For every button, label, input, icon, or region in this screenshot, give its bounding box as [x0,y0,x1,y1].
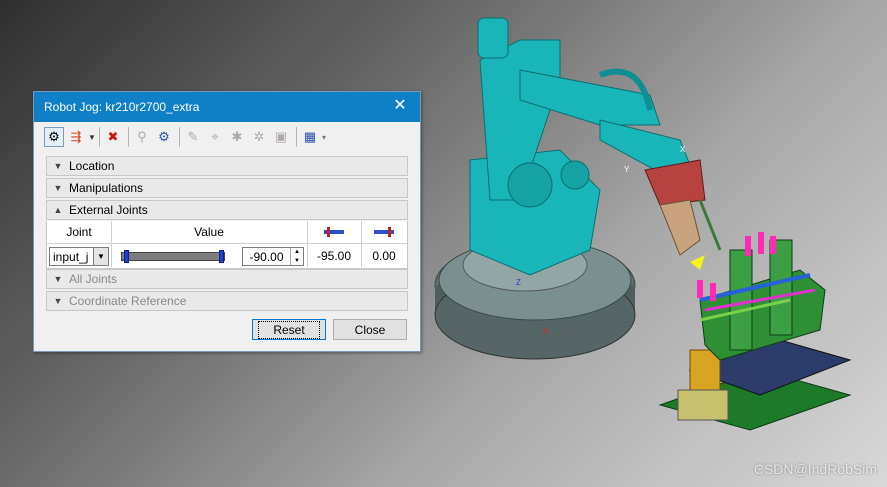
lower-limit-value: -95.00 [316,249,352,263]
upper-limit-icon [361,221,407,243]
reset-button-label: Reset [258,320,320,339]
tcp-icon[interactable]: ▣ [271,127,291,147]
spin-buttons[interactable]: ▲ ▼ [290,248,303,265]
dialog-titlebar[interactable]: Robot Jog: kr210r2700_extra ✕ [34,92,420,122]
ik-solution-icon[interactable]: ⚲ [132,127,152,147]
chevron-down-icon[interactable]: ▾ [322,133,330,142]
toolbar-divider [128,127,129,147]
external-joints-table: Joint Value input_j ▼ -90.00 ▲ ▼ -95.00 … [46,221,408,269]
toolbar-divider [179,127,180,147]
robot-jog-dialog: Robot Jog: kr210r2700_extra ✕ ⚙ ⇶ ▼ ✖ ⚲ … [33,91,421,352]
joint-limits-icon[interactable]: ✲ [249,127,269,147]
section-coordinate-reference[interactable]: ▼ Coordinate Reference [46,291,408,311]
joint-value-slider[interactable] [121,250,225,263]
table-divider [47,243,407,244]
settings-icon[interactable]: ▦ [300,127,320,147]
axis-label-x2: X [680,145,686,154]
chevron-down-icon: ▼ [53,274,63,284]
section-manipulations[interactable]: ▼ Manipulations [46,178,408,198]
column-header-joint: Joint [66,225,92,239]
frame-icon[interactable]: ✱ [227,127,247,147]
chevron-down-icon: ▼ [53,296,63,306]
watermark: CSDN@IndRobSim [753,461,877,477]
dialog-title: Robot Jog: kr210r2700_extra [44,100,200,114]
toolbar-divider [296,127,297,147]
robot-select-icon[interactable]: ⚙ [44,127,64,147]
joint-value-spinbox[interactable]: -90.00 ▲ ▼ [242,247,304,266]
chevron-down-icon: ▼ [53,183,63,193]
slider-thumb[interactable] [218,250,224,263]
chevron-down-icon[interactable]: ▼ [88,133,96,142]
teach-point-icon[interactable]: ✎ [183,127,203,147]
section-label: Coordinate Reference [69,294,187,308]
robot-config-icon[interactable]: ⚙ [154,127,174,147]
close-button[interactable]: Close [333,319,407,340]
section-location[interactable]: ▼ Location [46,156,408,176]
joint-select[interactable]: input_j ▼ [49,247,109,266]
chevron-up-icon: ▲ [53,205,63,215]
gripper [644,159,722,256]
reset-button[interactable]: Reset [252,319,326,340]
axis-label-y: Y [624,165,630,174]
chevron-down-icon: ▼ [53,161,63,171]
toolbar: ⚙ ⇶ ▼ ✖ ⚲ ⚙ ✎ ⌖ ✱ ✲ ▣ ▦ ▾ [44,125,330,149]
table-divider [111,221,112,267]
close-icon[interactable]: ✕ [392,98,408,114]
axis-label-z: Z [516,278,521,287]
section-label: All Joints [69,272,118,286]
chevron-down-icon[interactable]: ▼ [93,248,108,265]
slider-min-marker [124,250,129,263]
joint-value: -90.00 [249,249,284,264]
spin-down-icon[interactable]: ▼ [291,257,303,266]
column-header-value: Value [194,225,224,239]
toolbar-divider [99,127,100,147]
spin-up-icon[interactable]: ▲ [291,248,303,257]
close-button-label: Close [354,322,386,337]
section-external-joints[interactable]: ▲ External Joints [46,200,408,220]
lower-limit-icon [307,221,361,243]
upper-limit-value: 0.00 [372,249,396,263]
robot-arm [469,17,691,276]
section-label: External Joints [69,203,148,217]
move-arrows-icon[interactable]: ⇶ [66,127,86,147]
axis-label-x: X [543,327,549,336]
section-label: Manipulations [69,181,144,195]
marker-icon[interactable]: ⌖ [205,127,225,147]
section-all-joints[interactable]: ▼ All Joints [46,269,408,289]
section-label: Location [69,159,115,173]
joint-select-value: input_j [53,249,89,264]
welding-fixture [658,232,852,431]
reset-robot-icon[interactable]: ✖ [103,127,123,147]
